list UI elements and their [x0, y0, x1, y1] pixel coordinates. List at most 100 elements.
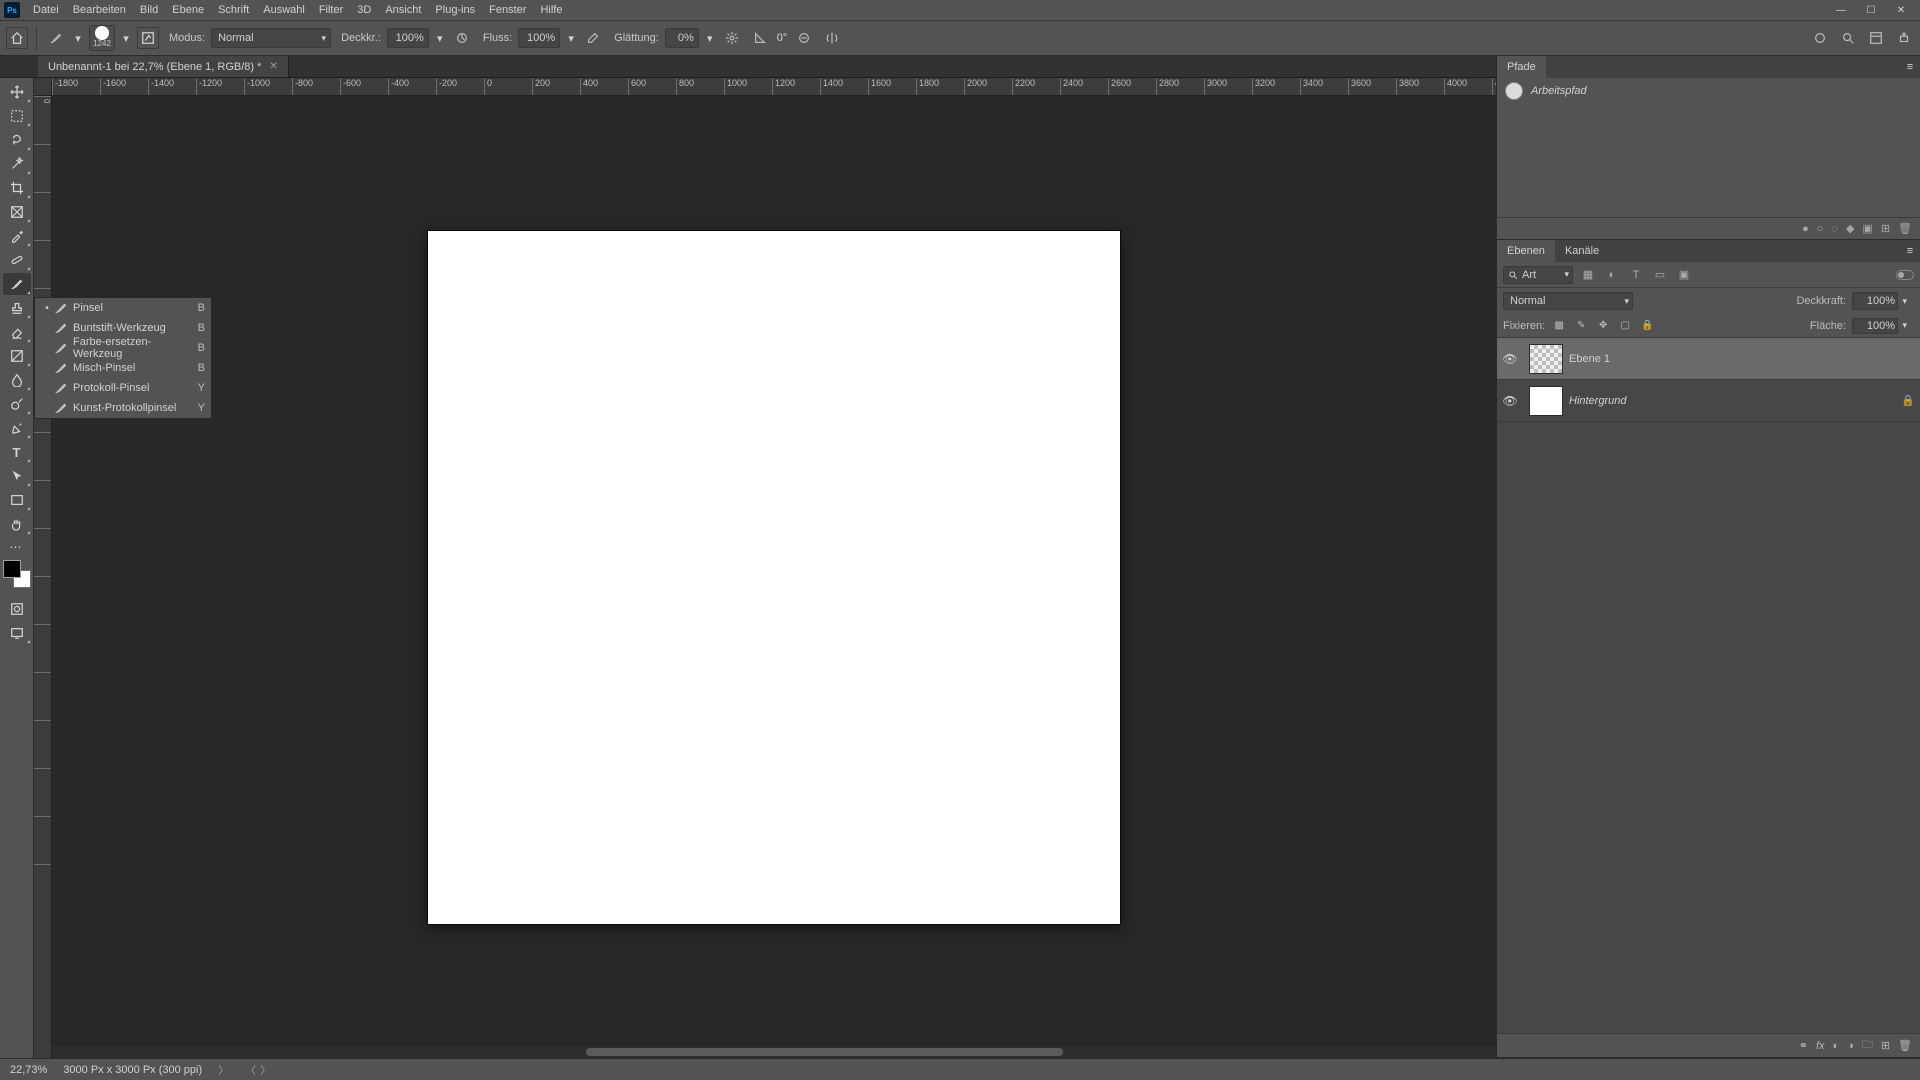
tab-channels[interactable]: Kanäle	[1555, 240, 1609, 262]
tab-paths[interactable]: Pfade	[1497, 56, 1546, 78]
menu-item-fenster[interactable]: Fenster	[482, 1, 533, 19]
flyout-item[interactable]: Farbe-ersetzen-WerkzeugB	[35, 338, 211, 358]
search-button[interactable]	[1838, 28, 1858, 48]
menu-item-schrift[interactable]: Schrift	[211, 1, 256, 19]
lock-position-button[interactable]: ✥	[1595, 318, 1611, 334]
lasso-tool[interactable]	[3, 129, 31, 151]
ruler-origin[interactable]	[34, 78, 52, 96]
flow-field[interactable]: 100%	[518, 28, 560, 48]
fill-path-button[interactable]: ●	[1802, 223, 1809, 235]
edit-toolbar-button[interactable]: ⋯	[10, 540, 24, 554]
scroll-thumb[interactable]	[586, 1048, 1063, 1056]
document-tab[interactable]: Unbenannt-1 bei 22,7% (Ebene 1, RGB/8) *…	[38, 56, 289, 77]
workspace-switcher[interactable]	[1866, 28, 1886, 48]
home-button[interactable]	[6, 27, 28, 49]
new-layer-button[interactable]: ⊞	[1881, 1039, 1890, 1052]
brush-settings-button[interactable]	[137, 27, 159, 49]
layer-opacity-field[interactable]: 100%	[1852, 292, 1898, 310]
flyout-item[interactable]: Kunst-ProtokollpinselY	[35, 398, 211, 418]
pen-tool[interactable]	[3, 417, 31, 439]
brush-tool[interactable]	[3, 273, 31, 295]
quickmask-toggle[interactable]	[3, 598, 31, 620]
menu-item-bild[interactable]: Bild	[133, 1, 165, 19]
flyout-item[interactable]: Buntstift-WerkzeugB	[35, 318, 211, 338]
brush-preset-dropdown[interactable]: ▾	[121, 32, 131, 45]
layer-thumbnail[interactable]	[1529, 344, 1563, 374]
path-mask-button[interactable]: ◆	[1846, 222, 1854, 235]
layer-fx-button[interactable]: fx	[1816, 1040, 1825, 1052]
lock-artboard-button[interactable]: ▢	[1617, 318, 1633, 334]
layer-name[interactable]: Ebene 1	[1569, 353, 1896, 365]
healing-tool[interactable]	[3, 249, 31, 271]
delete-layer-button[interactable]: 🗑	[1898, 1039, 1912, 1052]
add-mask-button[interactable]: ▣	[1862, 222, 1872, 235]
new-path-button[interactable]: ⊞	[1881, 222, 1890, 235]
type-tool[interactable]: T	[3, 441, 31, 463]
vertical-ruler[interactable]: 0	[34, 96, 52, 1058]
stroke-path-button[interactable]: ○	[1817, 223, 1824, 235]
layer-thumbnail[interactable]	[1529, 386, 1563, 416]
canvas[interactable]	[428, 231, 1120, 924]
menu-item-auswahl[interactable]: Auswahl	[256, 1, 312, 19]
menu-item-ansicht[interactable]: Ansicht	[378, 1, 428, 19]
flow-dropdown[interactable]: ▾	[566, 32, 576, 45]
canvas-area[interactable]	[52, 96, 1496, 1058]
doc-info[interactable]: 3000 Px x 3000 Px (300 ppi)	[63, 1064, 202, 1076]
lock-pixels-button[interactable]: ✎	[1573, 318, 1589, 334]
doc-info-dropdown[interactable]: 〉	[218, 1062, 229, 1078]
window-minimize-button[interactable]: —	[1826, 1, 1856, 19]
lock-all-button[interactable]: 🔒	[1639, 318, 1655, 334]
flyout-item[interactable]: Misch-PinselB	[35, 358, 211, 378]
filter-adjust-button[interactable]: ◐	[1603, 266, 1621, 284]
blur-tool[interactable]	[3, 369, 31, 391]
menu-item-bearbeiten[interactable]: Bearbeiten	[66, 1, 133, 19]
layer-visibility-toggle[interactable]: 👁	[1497, 394, 1523, 408]
opacity-pressure-toggle[interactable]	[451, 27, 473, 49]
new-group-button[interactable]: 🗀	[1862, 1036, 1873, 1055]
angle-field[interactable]: 0°	[777, 32, 788, 44]
paths-panel-menu[interactable]: ≡	[1900, 56, 1920, 78]
crop-tool[interactable]	[3, 177, 31, 199]
filter-toggle[interactable]	[1896, 270, 1914, 280]
menu-item-3d[interactable]: 3D	[350, 1, 378, 19]
stamp-tool[interactable]	[3, 297, 31, 319]
filter-smart-button[interactable]: ▣	[1675, 266, 1693, 284]
opacity-field[interactable]: 100%	[387, 28, 429, 48]
marquee-tool[interactable]	[3, 105, 31, 127]
tool-preset-dropdown[interactable]: ▾	[73, 32, 83, 45]
wand-tool[interactable]	[3, 153, 31, 175]
eyedropper-tool[interactable]	[3, 225, 31, 247]
path-to-selection-button[interactable]: ◌	[1831, 223, 1838, 235]
layers-panel-menu[interactable]: ≡	[1900, 240, 1920, 262]
blend-mode-select[interactable]: Normal	[211, 28, 331, 48]
layer-row[interactable]: 👁Ebene 1	[1497, 338, 1920, 380]
path-item[interactable]: Arbeitspfad	[1497, 78, 1920, 104]
screenmode-toggle[interactable]	[3, 622, 31, 644]
cloud-docs-button[interactable]	[1810, 28, 1830, 48]
smoothing-field[interactable]: 0%	[665, 28, 699, 48]
window-close-button[interactable]: ✕	[1886, 1, 1916, 19]
menu-item-ebene[interactable]: Ebene	[165, 1, 211, 19]
link-layers-button[interactable]: ⚭	[1799, 1039, 1808, 1052]
color-swatches[interactable]	[3, 560, 31, 588]
layer-blend-select[interactable]: Normal	[1503, 292, 1633, 310]
horizontal-ruler[interactable]: -1800-1600-1400-1200-1000-800-600-400-20…	[52, 78, 1496, 96]
layer-fill-field[interactable]: 100%	[1852, 318, 1898, 334]
smoothing-dropdown[interactable]: ▾	[705, 32, 715, 45]
tab-layers[interactable]: Ebenen	[1497, 240, 1555, 262]
symmetry-button[interactable]	[821, 27, 843, 49]
filter-shape-button[interactable]: ▭	[1651, 266, 1669, 284]
window-maximize-button[interactable]: ☐	[1856, 1, 1886, 19]
smoothing-options-button[interactable]	[721, 27, 743, 49]
filter-type-button[interactable]: T	[1627, 266, 1645, 284]
zoom-readout[interactable]: 22,73%	[10, 1064, 47, 1076]
status-next[interactable]: 〉	[260, 1062, 271, 1078]
gradient-tool[interactable]	[3, 345, 31, 367]
close-tab-button[interactable]: ✕	[269, 61, 277, 72]
lock-transparent-button[interactable]: ▩	[1551, 318, 1567, 334]
horizontal-scrollbar[interactable]	[52, 1046, 1496, 1058]
add-mask-button[interactable]: ◐	[1833, 1040, 1840, 1052]
share-button[interactable]	[1894, 28, 1914, 48]
shape-tool[interactable]	[3, 489, 31, 511]
layer-row[interactable]: 👁Hintergrund🔒	[1497, 380, 1920, 422]
